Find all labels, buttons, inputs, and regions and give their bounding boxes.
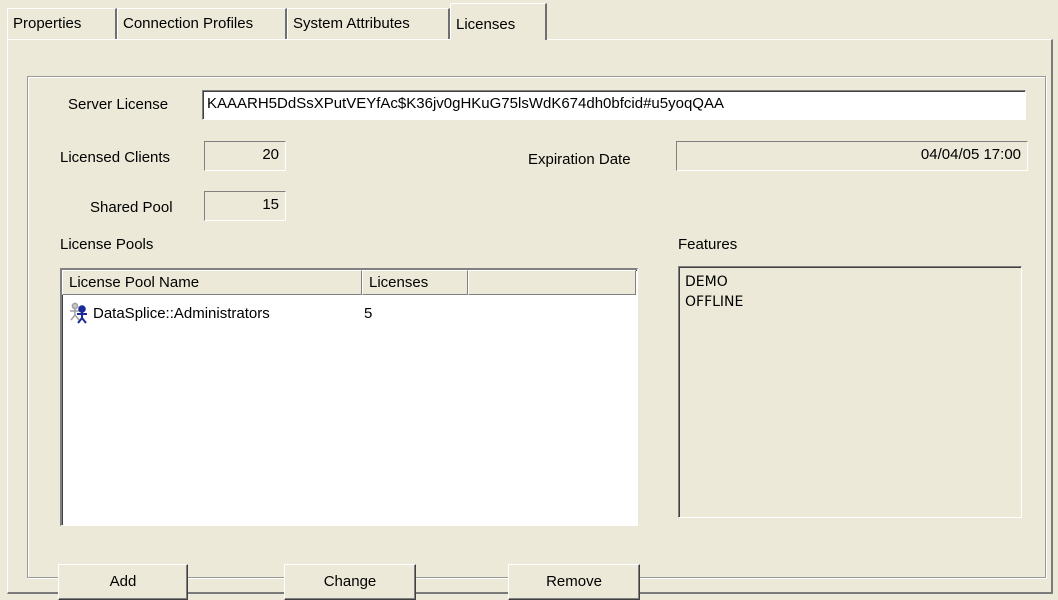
tab-label: Licenses bbox=[456, 16, 516, 33]
tab-properties[interactable]: Properties bbox=[7, 8, 117, 39]
list-item[interactable]: OFFLINE bbox=[685, 292, 1021, 312]
pool-name-cell: DataSplice::Administrators bbox=[93, 305, 270, 322]
column-header-label: License Pool Name bbox=[69, 274, 200, 291]
tab-connection-profiles[interactable]: Connection Profiles bbox=[117, 8, 287, 39]
tab-label: System Attributes bbox=[293, 15, 410, 32]
tab-label: Properties bbox=[13, 15, 82, 32]
add-button[interactable]: Add bbox=[58, 564, 188, 600]
column-header-empty[interactable] bbox=[468, 270, 636, 295]
change-button[interactable]: Change bbox=[284, 564, 416, 600]
list-item[interactable]: DEMO bbox=[685, 272, 1021, 292]
column-header-pool-name[interactable]: License Pool Name bbox=[62, 270, 362, 295]
server-license-field[interactable]: KAAARH5DdSsXPutVEYfAc$K36jv0gHKuG75lsWdK… bbox=[202, 90, 1026, 120]
shared-pool-value: 15 bbox=[204, 191, 286, 221]
tab-licenses[interactable]: Licenses bbox=[450, 3, 547, 40]
license-pools-label: License Pools bbox=[60, 236, 154, 253]
expiration-date-label: Expiration Date bbox=[528, 151, 631, 168]
user-group-icon bbox=[70, 302, 87, 324]
licenses-cell: 5 bbox=[364, 305, 373, 322]
server-license-label: Server License bbox=[68, 96, 169, 113]
features-label: Features bbox=[678, 236, 738, 253]
licensed-clients-value: 20 bbox=[204, 141, 286, 171]
column-header-label: Licenses bbox=[369, 274, 429, 291]
tab-label: Connection Profiles bbox=[123, 15, 254, 32]
table-row[interactable]: DataSplice::Administrators 5 bbox=[66, 302, 626, 327]
license-pools-list[interactable]: License Pool Name Licenses DataSplice::A… bbox=[60, 268, 638, 526]
licensed-clients-label: Licensed Clients bbox=[60, 149, 171, 166]
remove-button[interactable]: Remove bbox=[508, 564, 640, 600]
tab-system-attributes[interactable]: System Attributes bbox=[287, 8, 450, 39]
column-header-licenses[interactable]: Licenses bbox=[362, 270, 468, 295]
expiration-date-value: 04/04/05 17:00 bbox=[676, 141, 1028, 171]
features-list[interactable]: DEMO OFFLINE bbox=[678, 266, 1022, 518]
shared-pool-label: Shared Pool bbox=[90, 199, 173, 216]
